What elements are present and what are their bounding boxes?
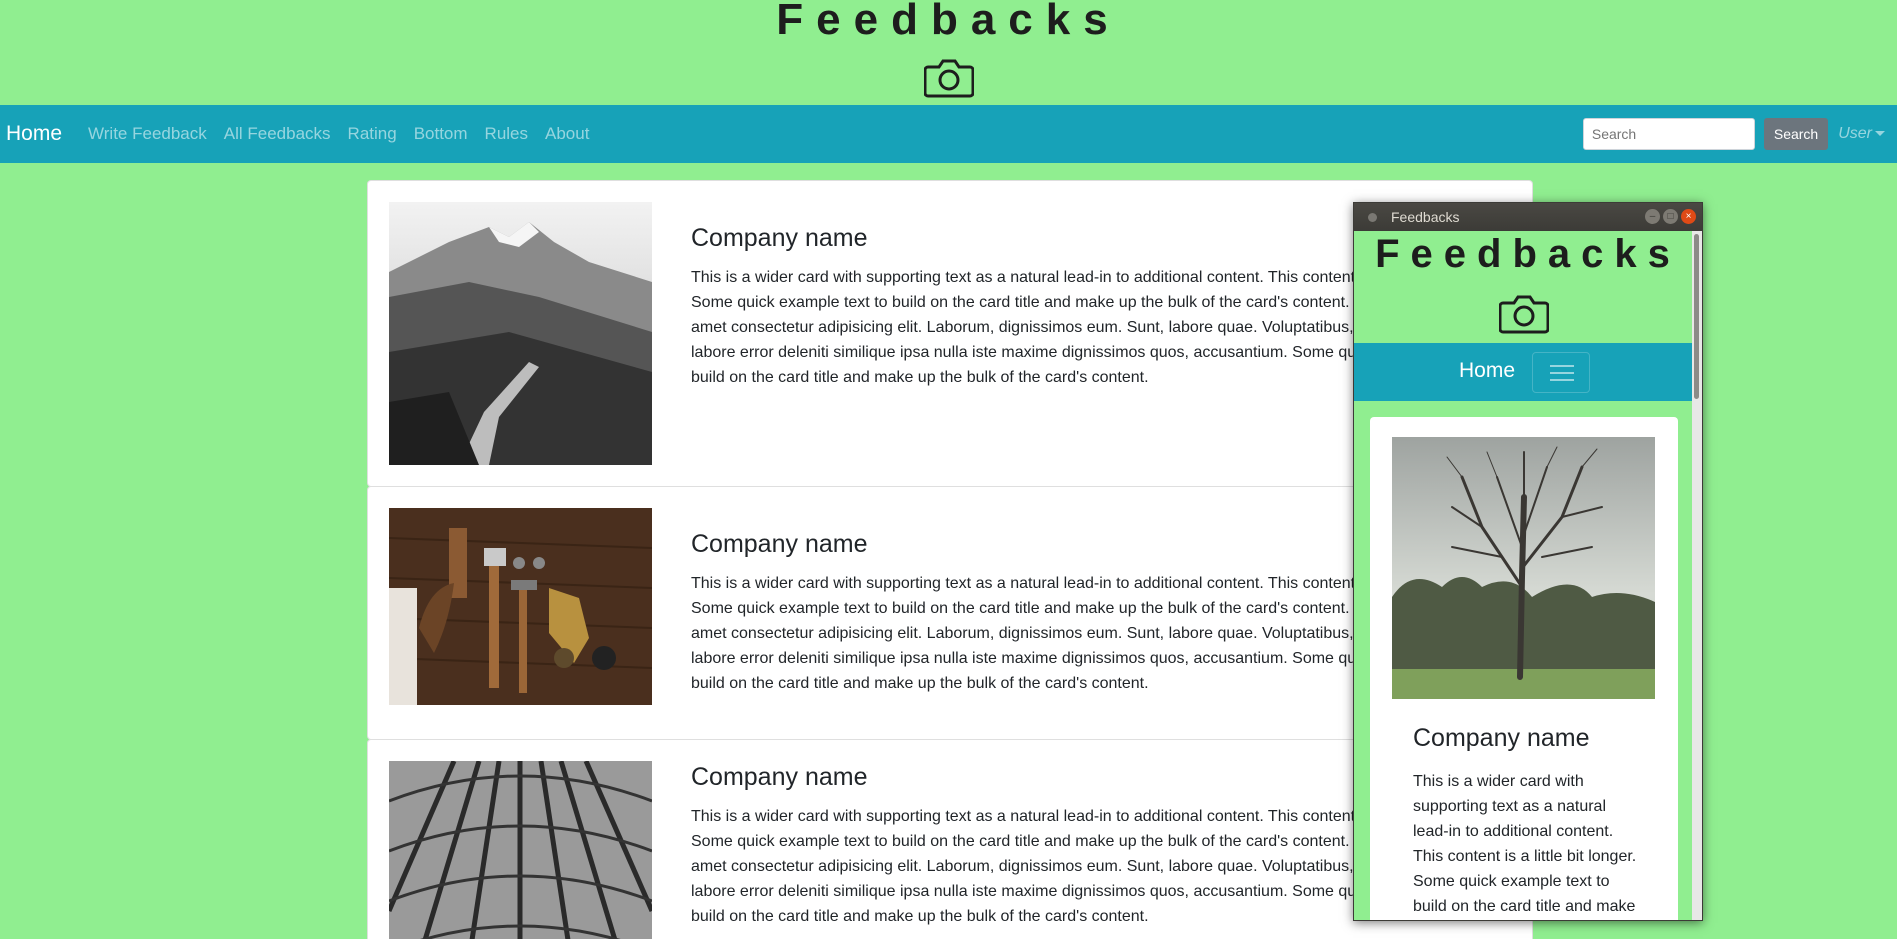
mobile-card-title: Company name xyxy=(1413,724,1590,752)
nav-rating[interactable]: Rating xyxy=(348,124,397,144)
maximize-icon[interactable]: □ xyxy=(1663,209,1678,224)
camera-icon xyxy=(924,59,974,98)
nav-rules[interactable]: Rules xyxy=(485,124,528,144)
window-titlebar[interactable]: Feedbacks – □ × xyxy=(1354,203,1702,231)
nav-all-feedbacks[interactable]: All Feedbacks xyxy=(224,124,331,144)
top-navbar: Home Write Feedback All Feedbacks Rating… xyxy=(0,105,1897,163)
tools-photo xyxy=(389,508,652,705)
nav-about[interactable]: About xyxy=(545,124,589,144)
mobile-site-title: Feedbacks xyxy=(1375,232,1681,276)
minimize-icon[interactable]: – xyxy=(1645,209,1660,224)
close-icon[interactable]: × xyxy=(1681,209,1696,224)
nav-home[interactable]: Home xyxy=(6,122,62,146)
mountain-photo xyxy=(389,202,652,465)
camera-icon xyxy=(1499,295,1549,334)
chevron-down-icon xyxy=(1875,131,1885,137)
window-content: Feedbacks Home Company name This is a wi… xyxy=(1354,231,1694,920)
mobile-card-text: This is a wider card with supporting tex… xyxy=(1413,773,1637,915)
scrollbar-thumb[interactable] xyxy=(1694,234,1699,399)
browser-window[interactable]: Feedbacks – □ × Feedbacks Home Company n… xyxy=(1353,202,1703,921)
mobile-feedback-card: Company name This is a wider card with s… xyxy=(1370,417,1678,920)
nav-right-group: Search User xyxy=(1582,105,1897,163)
user-dropdown[interactable]: User xyxy=(1838,125,1885,143)
user-dropdown-label: User xyxy=(1838,125,1872,142)
nav-write-feedback[interactable]: Write Feedback xyxy=(88,124,207,144)
site-header: Feedbacks xyxy=(0,0,1897,105)
tree-photo xyxy=(1392,437,1655,699)
search-input[interactable] xyxy=(1582,118,1755,150)
mobile-nav-home[interactable]: Home xyxy=(1459,359,1515,383)
window-scrollbar[interactable] xyxy=(1692,231,1702,920)
site-title: Feedbacks xyxy=(776,0,1121,44)
window-menu-icon[interactable] xyxy=(1368,212,1377,222)
station-roof-photo xyxy=(389,761,652,939)
window-controls: – □ × xyxy=(1642,209,1696,224)
window-title: Feedbacks xyxy=(1391,209,1460,225)
hamburger-menu-icon[interactable] xyxy=(1532,352,1590,393)
search-button[interactable]: Search xyxy=(1763,118,1829,150)
mobile-navbar: Home xyxy=(1354,343,1694,401)
nav-bottom[interactable]: Bottom xyxy=(414,124,468,144)
